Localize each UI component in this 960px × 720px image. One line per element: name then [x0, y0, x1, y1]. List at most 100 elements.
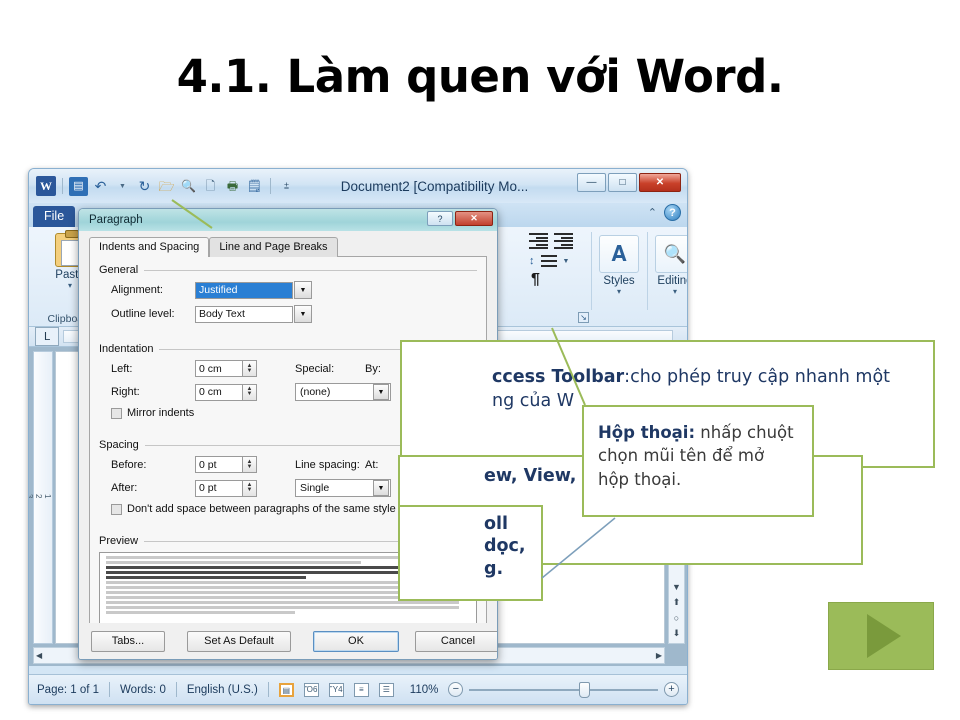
scroll-right-arrow-icon[interactable]: ▶: [656, 651, 662, 660]
divider: [109, 682, 111, 697]
print-preview-icon[interactable]: 🔍: [179, 177, 198, 196]
zoom-out-button[interactable]: −: [448, 682, 464, 697]
print-preview-edit-icon[interactable]: 🗒: [245, 177, 264, 196]
help-icon[interactable]: ?: [664, 204, 681, 221]
draft-view-button[interactable]: ☰: [378, 682, 394, 697]
dont-add-space-label: Don't add space between paragraphs of th…: [127, 503, 396, 515]
next-page-icon[interactable]: ⬇: [673, 628, 681, 639]
page-indicator[interactable]: Page: 1 of 1: [37, 684, 99, 696]
space-before-value[interactable]: 0 pt: [195, 456, 243, 473]
callout-scroll-line2: dọc,: [484, 536, 526, 557]
mirror-indents-checkbox[interactable]: [111, 407, 122, 419]
left-indent-stepper[interactable]: ▲ ▼: [243, 360, 257, 377]
space-after-label: After:: [111, 482, 138, 494]
ok-button[interactable]: OK: [313, 630, 399, 652]
next-slide-button[interactable]: [828, 602, 934, 670]
dialog-title: Paragraph: [89, 214, 143, 226]
callout-scroll-line1: oll: [484, 514, 509, 534]
language-indicator[interactable]: English (U.S.): [187, 684, 258, 696]
open-icon[interactable]: 🗁: [157, 177, 176, 196]
dialog-help-button[interactable]: ?: [427, 211, 453, 226]
quick-print-icon[interactable]: 🖶: [223, 177, 242, 196]
window-controls[interactable]: — □ ✕: [577, 173, 681, 192]
zoom-slider[interactable]: − +: [448, 681, 679, 698]
undo-icon[interactable]: ↶: [91, 177, 110, 196]
set-as-default-button[interactable]: Set As Default: [187, 630, 291, 652]
editing-icon[interactable]: 🔍: [655, 235, 687, 273]
line-spacing-dropdown-icon[interactable]: ▼: [373, 480, 389, 496]
scroll-left-arrow-icon[interactable]: ◀: [36, 651, 42, 660]
select-browse-object-icon[interactable]: ○: [674, 613, 679, 623]
special-value-text: (none): [300, 386, 331, 398]
redo-icon[interactable]: ↻: [135, 177, 154, 196]
zoom-level[interactable]: 110%: [410, 684, 439, 696]
close-button[interactable]: ✕: [639, 173, 681, 192]
ruler-mark-2: 2: [34, 493, 43, 506]
special-value[interactable]: (none) ▼: [295, 383, 391, 401]
divider: [175, 682, 177, 697]
paste-dropdown-icon[interactable]: ▾: [68, 281, 72, 290]
dialog-close-button[interactable]: ✕: [455, 211, 493, 226]
ribbon-group-paragraph: ↕ ▼ ¶ ↘: [523, 227, 595, 327]
alignment-dropdown-icon[interactable]: ▼: [294, 281, 312, 299]
divider: [267, 682, 269, 697]
zoom-in-button[interactable]: +: [664, 682, 679, 697]
editing-dropdown-icon[interactable]: ▾: [647, 287, 687, 296]
dialog-tabs[interactable]: Indents and Spacing Line and Page Breaks: [89, 237, 487, 257]
zoom-track[interactable]: [469, 681, 658, 698]
left-indent-value[interactable]: 0 cm: [195, 360, 243, 377]
maximize-button[interactable]: □: [608, 173, 637, 192]
scroll-down-arrow-icon[interactable]: ▼: [672, 582, 681, 592]
editing-label: Editing: [657, 275, 687, 287]
right-indent-stepper[interactable]: ▲ ▼: [243, 383, 257, 401]
alignment-value[interactable]: Justified: [195, 281, 293, 299]
save-icon[interactable]: ▤: [69, 176, 88, 196]
divider: [62, 178, 63, 194]
quick-access-toolbar[interactable]: W ▤ ↶ ▼ ↻ 🗁 🔍 🗋 🖶 🗒 ⩲: [36, 176, 296, 196]
undo-dropdown-icon[interactable]: ▼: [113, 177, 132, 196]
decrease-indent-icon[interactable]: [529, 233, 548, 249]
styles-dropdown-icon[interactable]: ▾: [591, 287, 647, 296]
tab-file[interactable]: File: [33, 206, 76, 227]
tabs-button[interactable]: Tabs...: [91, 630, 165, 652]
dont-add-space-checkbox[interactable]: [111, 503, 122, 515]
styles-icon[interactable]: 𝐀: [599, 235, 639, 273]
tab-indents-and-spacing[interactable]: Indents and Spacing: [89, 237, 210, 257]
cancel-button[interactable]: Cancel: [415, 630, 497, 652]
minimize-button[interactable]: —: [577, 173, 606, 192]
increase-indent-icon[interactable]: [554, 233, 573, 249]
outline-level-label: Outline level:: [111, 308, 175, 320]
callout-dialog-box: Hộp thoại: nhấp chuột chọn mũi tên để mở…: [582, 405, 814, 517]
indent-buttons[interactable]: [523, 227, 595, 249]
collapse-ribbon-icon[interactable]: ⌃: [648, 206, 657, 219]
callout-toolbar-rest: :cho phép truy cập nhanh một: [624, 367, 891, 387]
line-spacing-value[interactable]: Single ▼: [295, 479, 391, 497]
divider: [270, 178, 271, 194]
outline-level-dropdown-icon[interactable]: ▼: [294, 305, 312, 323]
outline-level-value[interactable]: Body Text: [195, 305, 293, 323]
new-document-icon[interactable]: 🗋: [201, 177, 220, 196]
space-before-stepper[interactable]: ▲ ▼: [243, 456, 257, 473]
callout-toolbar-bold: ccess Toolbar: [492, 367, 625, 387]
full-screen-reading-view-button[interactable]: Ὅ6: [303, 682, 319, 697]
status-bar: Page: 1 of 1 Words: 0 English (U.S.) ▤ Ὅ…: [29, 674, 687, 704]
show-formatting-marks-icon[interactable]: ¶: [523, 267, 595, 289]
space-after-value[interactable]: 0 pt: [195, 479, 243, 497]
outline-view-button[interactable]: ≡: [353, 682, 369, 697]
print-layout-view-button[interactable]: ▤: [278, 682, 294, 697]
previous-page-icon[interactable]: ⬆: [673, 597, 681, 608]
space-before-label: Before:: [111, 458, 147, 471]
callout-dialog-bold: Hộp thoại:: [598, 423, 696, 442]
word-count[interactable]: Words: 0: [120, 684, 166, 696]
customize-qat-icon[interactable]: ⩲: [277, 177, 296, 196]
line-spacing-button[interactable]: ↕ ▼: [523, 249, 595, 267]
right-indent-value[interactable]: 0 cm: [195, 383, 243, 401]
right-indent-label: Right:: [111, 386, 140, 398]
web-layout-view-button[interactable]: Ὕ4: [328, 682, 344, 697]
tab-selector-button[interactable]: L: [35, 327, 59, 346]
paragraph-dialog-launcher[interactable]: ↘: [578, 312, 589, 323]
special-dropdown-icon[interactable]: ▼: [373, 384, 389, 400]
space-after-stepper[interactable]: ▲ ▼: [243, 479, 257, 497]
tab-line-and-page-breaks[interactable]: Line and Page Breaks: [209, 237, 338, 257]
zoom-thumb[interactable]: [578, 681, 590, 698]
